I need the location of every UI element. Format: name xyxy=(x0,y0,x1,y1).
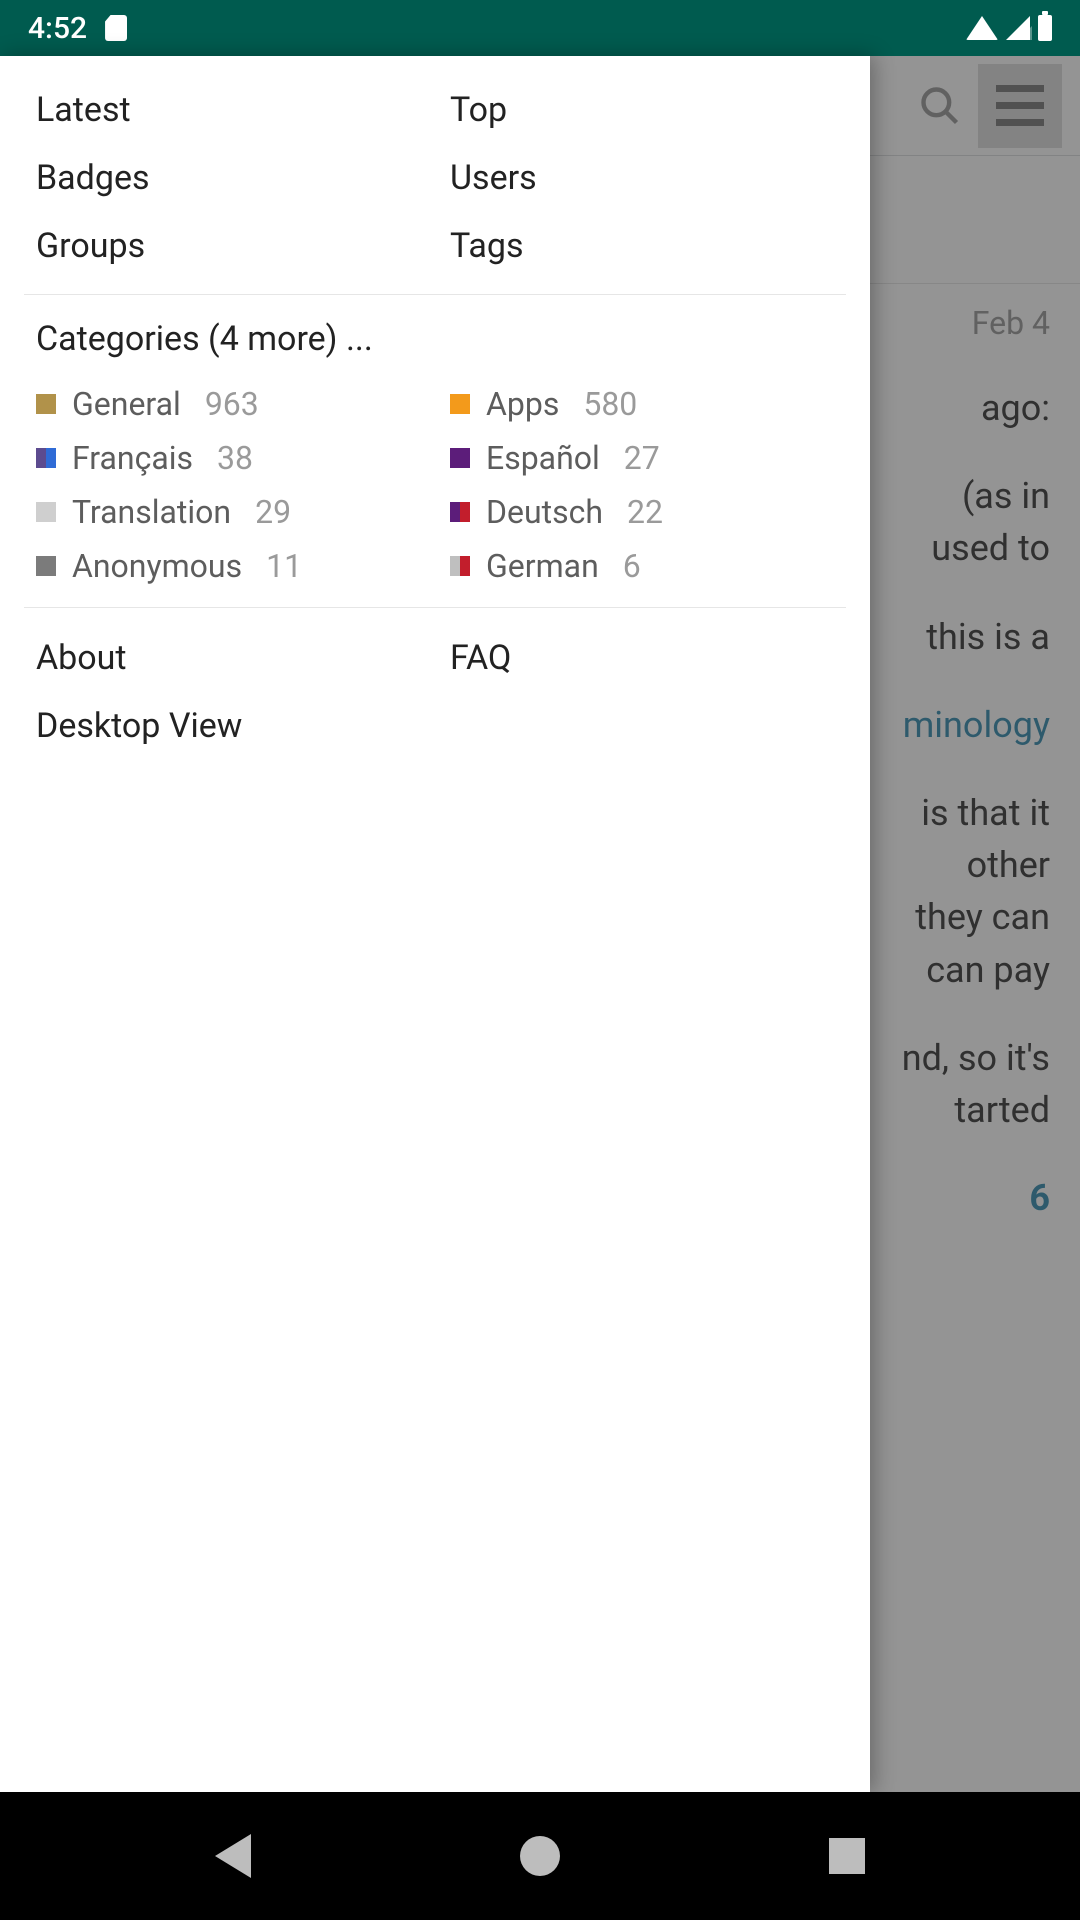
nav-desktop-view[interactable]: Desktop View xyxy=(24,692,432,760)
sd-card-icon xyxy=(105,15,127,41)
category-name: Français xyxy=(72,439,193,477)
category-français[interactable]: Français 38 xyxy=(24,431,432,485)
category-swatch-icon xyxy=(36,448,56,468)
category-anonymous[interactable]: Anonymous 11 xyxy=(24,539,432,593)
status-time: 4:52 xyxy=(28,11,87,46)
category-name: Anonymous xyxy=(72,547,242,585)
category-name: German xyxy=(486,547,599,585)
nav-tags[interactable]: Tags xyxy=(438,212,846,280)
category-count: 580 xyxy=(583,385,637,423)
category-count: 27 xyxy=(624,439,660,477)
divider xyxy=(24,294,846,295)
category-swatch-icon xyxy=(450,502,470,522)
content-area: , etc Feb 4 ago: (as inused to this is a… xyxy=(0,56,1080,1792)
category-count: 6 xyxy=(623,547,641,585)
nav-users[interactable]: Users xyxy=(438,144,846,212)
system-nav-bar xyxy=(0,1792,1080,1920)
category-español[interactable]: Español 27 xyxy=(438,431,846,485)
nav-top[interactable]: Top xyxy=(438,76,846,144)
category-translation[interactable]: Translation 29 xyxy=(24,485,432,539)
category-count: 963 xyxy=(205,385,259,423)
status-left: 4:52 xyxy=(28,11,127,46)
nav-about[interactable]: About xyxy=(24,624,432,692)
status-bar: 4:52 xyxy=(0,0,1080,56)
back-button-icon[interactable] xyxy=(215,1834,251,1878)
category-swatch-icon xyxy=(36,556,56,576)
category-swatch-icon xyxy=(36,502,56,522)
category-apps[interactable]: Apps 580 xyxy=(438,377,846,431)
status-right xyxy=(966,15,1052,41)
navigation-drawer: Latest Top Badges Users Groups Tags Cate… xyxy=(0,56,870,1792)
category-count: 38 xyxy=(217,439,253,477)
category-swatch-icon xyxy=(36,394,56,414)
category-name: Translation xyxy=(72,493,231,531)
cellular-signal-icon xyxy=(1006,16,1030,40)
battery-icon xyxy=(1038,15,1052,41)
category-german[interactable]: German 6 xyxy=(438,539,846,593)
category-count: 22 xyxy=(627,493,663,531)
nav-latest[interactable]: Latest xyxy=(24,76,432,144)
category-swatch-icon xyxy=(450,556,470,576)
nav-badges[interactable]: Badges xyxy=(24,144,432,212)
category-count: 29 xyxy=(255,493,291,531)
home-button-icon[interactable] xyxy=(520,1836,560,1876)
nav-groups[interactable]: Groups xyxy=(24,212,432,280)
wifi-icon xyxy=(966,16,998,40)
category-general[interactable]: General 963 xyxy=(24,377,432,431)
category-deutsch[interactable]: Deutsch 22 xyxy=(438,485,846,539)
nav-faq[interactable]: FAQ xyxy=(438,624,846,692)
category-name: Deutsch xyxy=(486,493,603,531)
categories-header[interactable]: Categories (4 more) ... xyxy=(24,311,846,377)
category-name: Español xyxy=(486,439,600,477)
category-name: General xyxy=(72,385,181,423)
category-swatch-icon xyxy=(450,448,470,468)
recent-apps-button-icon[interactable] xyxy=(829,1838,865,1874)
divider xyxy=(24,607,846,608)
category-swatch-icon xyxy=(450,394,470,414)
category-name: Apps xyxy=(486,385,559,423)
category-count: 11 xyxy=(266,547,302,585)
